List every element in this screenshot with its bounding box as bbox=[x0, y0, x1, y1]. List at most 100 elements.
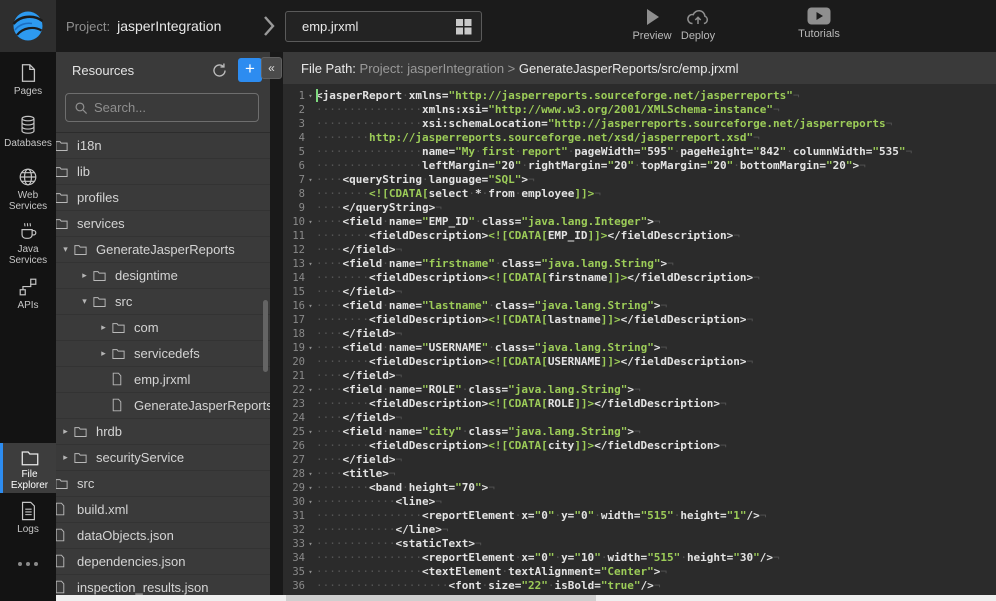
rail-item-more[interactable] bbox=[0, 560, 56, 570]
tree-item-profiles[interactable]: profiles bbox=[56, 185, 270, 211]
rail-item-web-services[interactable]: Web Services bbox=[0, 166, 56, 212]
code-line[interactable]: 17········<fieldDescription><![CDATA[las… bbox=[283, 313, 996, 327]
tree-item-com[interactable]: ▸com bbox=[56, 315, 270, 341]
fold-arrow-icon[interactable]: ▾ bbox=[305, 565, 316, 579]
tree-item-i18n[interactable]: i18n bbox=[56, 133, 270, 159]
rail-item-pages[interactable]: Pages bbox=[0, 62, 56, 97]
code-line[interactable]: 12····</field>¬ bbox=[283, 243, 996, 257]
code-line[interactable]: 13▾····<field·name="firstname"·class="ja… bbox=[283, 257, 996, 271]
horizontal-scrollbar[interactable] bbox=[56, 595, 996, 601]
expand-arrow-icon[interactable]: ▸ bbox=[77, 270, 92, 281]
code-line[interactable]: 15····</field>¬ bbox=[283, 285, 996, 299]
code-line[interactable]: 25▾····<field·name="city"·class="java.la… bbox=[283, 425, 996, 439]
line-number: 10 bbox=[283, 215, 305, 229]
fold-arrow-icon[interactable]: ▾ bbox=[305, 173, 316, 187]
tree-item-securityservice[interactable]: ▸ securityService bbox=[56, 445, 270, 471]
code-line[interactable]: 3················xsi:schemaLocation="htt… bbox=[283, 117, 996, 131]
code-line[interactable]: 34················<reportElement·x="0"·y… bbox=[283, 551, 996, 565]
deploy-button[interactable]: Deploy bbox=[670, 7, 726, 42]
code-line[interactable]: 22▾····<field·name="ROLE"·class="java.la… bbox=[283, 383, 996, 397]
line-number: 22 bbox=[283, 383, 305, 397]
code-line[interactable]: 14········<fieldDescription><![CDATA[fir… bbox=[283, 271, 996, 285]
tree-item-hrdb[interactable]: ▸hrdb bbox=[56, 419, 270, 445]
page-selector-dropdown[interactable]: emp.jrxml bbox=[285, 11, 482, 42]
rail-item-databases[interactable]: Databases bbox=[0, 114, 56, 149]
horizontal-scrollbar-thumb[interactable] bbox=[286, 595, 596, 601]
tree-item-label: securityService bbox=[96, 450, 184, 465]
tree-item-designtime[interactable]: ▸designtime bbox=[56, 263, 270, 289]
code-line[interactable]: 2················xmlns:xsi="http://www.w… bbox=[283, 103, 996, 117]
fold-arrow-icon[interactable]: ▾ bbox=[305, 537, 316, 551]
expand-arrow-icon[interactable]: ▸ bbox=[96, 348, 111, 359]
code-line[interactable]: 18····</field>¬ bbox=[283, 327, 996, 341]
fold-arrow-icon[interactable]: ▾ bbox=[305, 481, 316, 495]
code-line[interactable]: 10▾····<field·name="EMP_ID"·class="java.… bbox=[283, 215, 996, 229]
tree-item-dataobjects-json[interactable]: dataObjects.json bbox=[56, 523, 270, 549]
code-line[interactable]: 8········<![CDATA[select·*·from·employee… bbox=[283, 187, 996, 201]
tree-item-dependencies-json[interactable]: dependencies.json bbox=[56, 549, 270, 575]
fold-arrow-icon[interactable]: ▾ bbox=[305, 215, 316, 229]
fold-arrow-icon[interactable]: ▾ bbox=[305, 341, 316, 355]
code-line[interactable]: 7▾····<queryString·language="SQL">¬ bbox=[283, 173, 996, 187]
code-line[interactable]: 30▾············<line>¬ bbox=[283, 495, 996, 509]
code-line[interactable]: 4········http://jasperreports.sourceforg… bbox=[283, 131, 996, 145]
fold-arrow-icon[interactable]: ▾ bbox=[305, 299, 316, 313]
code-line[interactable]: 33▾············<staticText>¬ bbox=[283, 537, 996, 551]
tree-item-services[interactable]: services bbox=[56, 211, 270, 237]
tree-item-servicedefs[interactable]: ▸servicedefs bbox=[56, 341, 270, 367]
wavemaker-logo[interactable] bbox=[0, 0, 56, 52]
code-line[interactable]: 36····················<font·size="22"·is… bbox=[283, 579, 996, 593]
fold-arrow-icon[interactable]: ▾ bbox=[305, 257, 316, 271]
grid-icon[interactable] bbox=[455, 18, 472, 35]
code-line[interactable]: 9····</queryString>¬ bbox=[283, 201, 996, 215]
tree-item-generatejasperreports[interactable]: ▾GenerateJasperReports bbox=[56, 237, 270, 263]
code-line[interactable]: 20········<fieldDescription><![CDATA[USE… bbox=[283, 355, 996, 369]
code-line[interactable]: 6················leftMargin="20"·rightMa… bbox=[283, 159, 996, 173]
rail-item-apis[interactable]: APIs bbox=[0, 276, 56, 311]
tutorials-button[interactable]: Tutorials bbox=[791, 7, 847, 40]
expand-arrow-icon[interactable]: ▸ bbox=[58, 452, 73, 463]
code-line[interactable]: 23········<fieldDescription><![CDATA[ROL… bbox=[283, 397, 996, 411]
tree-scrollbar[interactable] bbox=[263, 300, 268, 372]
folder-icon bbox=[56, 139, 69, 152]
fold-arrow-icon[interactable]: ▾ bbox=[305, 425, 316, 439]
code-line[interactable]: 32············</line>¬ bbox=[283, 523, 996, 537]
fold-arrow-icon[interactable]: ▾ bbox=[305, 495, 316, 509]
code-line[interactable]: 26········<fieldDescription><![CDATA[cit… bbox=[283, 439, 996, 453]
code-line[interactable]: 31················<reportElement·x="0"·y… bbox=[283, 509, 996, 523]
collapse-panel-button[interactable]: « bbox=[261, 57, 282, 79]
tree-item-emp-jrxml[interactable]: emp.jrxml bbox=[56, 367, 270, 393]
code-line[interactable]: 21····</field>¬ bbox=[283, 369, 996, 383]
code-line[interactable]: 5················name="My·first·report"·… bbox=[283, 145, 996, 159]
fold-arrow-icon[interactable]: ▾ bbox=[305, 467, 316, 481]
expand-arrow-icon[interactable]: ▾ bbox=[58, 244, 73, 255]
tree-item-src[interactable]: ▾src bbox=[56, 289, 270, 315]
code-line[interactable]: 29▾········<band·height="70">¬ bbox=[283, 481, 996, 495]
code-line[interactable]: 24····</field>¬ bbox=[283, 411, 996, 425]
code-line[interactable]: 35▾················<textElement·textAlig… bbox=[283, 565, 996, 579]
tree-item-generatejasperreports-s[interactable]: GenerateJasperReports.s bbox=[56, 393, 270, 419]
rail-item-file-explorer[interactable]: File Explorer bbox=[0, 443, 56, 493]
expand-arrow-icon[interactable]: ▾ bbox=[77, 296, 92, 307]
add-resource-button[interactable]: + bbox=[238, 58, 262, 82]
expand-arrow-icon[interactable]: ▸ bbox=[96, 322, 111, 333]
code-line[interactable]: 27····</field>¬ bbox=[283, 453, 996, 467]
tree-item-src[interactable]: src bbox=[56, 471, 270, 497]
code-line[interactable]: 16▾····<field·name="lastname"·class="jav… bbox=[283, 299, 996, 313]
code-editor[interactable]: 1▾<jasperReport·xmlns="http://jasperrepo… bbox=[283, 84, 996, 595]
search-input[interactable] bbox=[94, 100, 234, 115]
fold-arrow-icon[interactable]: ▾ bbox=[305, 383, 316, 397]
rail-item-logs[interactable]: Logs bbox=[0, 500, 56, 535]
code-line[interactable]: 28▾····<title>¬ bbox=[283, 467, 996, 481]
refresh-button[interactable] bbox=[208, 59, 230, 81]
fold-arrow-icon[interactable]: ▾ bbox=[305, 89, 316, 103]
tree-item-build-xml[interactable]: build.xml bbox=[56, 497, 270, 523]
rail-item-java-services[interactable]: Java Services bbox=[0, 220, 56, 266]
expand-arrow-icon[interactable]: ▸ bbox=[58, 426, 73, 437]
tree-item-inspection-results-json[interactable]: inspection_results.json bbox=[56, 575, 270, 595]
code-line[interactable]: 19▾····<field·name="USERNAME"·class="jav… bbox=[283, 341, 996, 355]
code-line[interactable]: 1▾<jasperReport·xmlns="http://jasperrepo… bbox=[283, 89, 996, 103]
search-box[interactable] bbox=[65, 93, 259, 122]
tree-item-lib[interactable]: lib bbox=[56, 159, 270, 185]
code-line[interactable]: 11········<fieldDescription><![CDATA[EMP… bbox=[283, 229, 996, 243]
